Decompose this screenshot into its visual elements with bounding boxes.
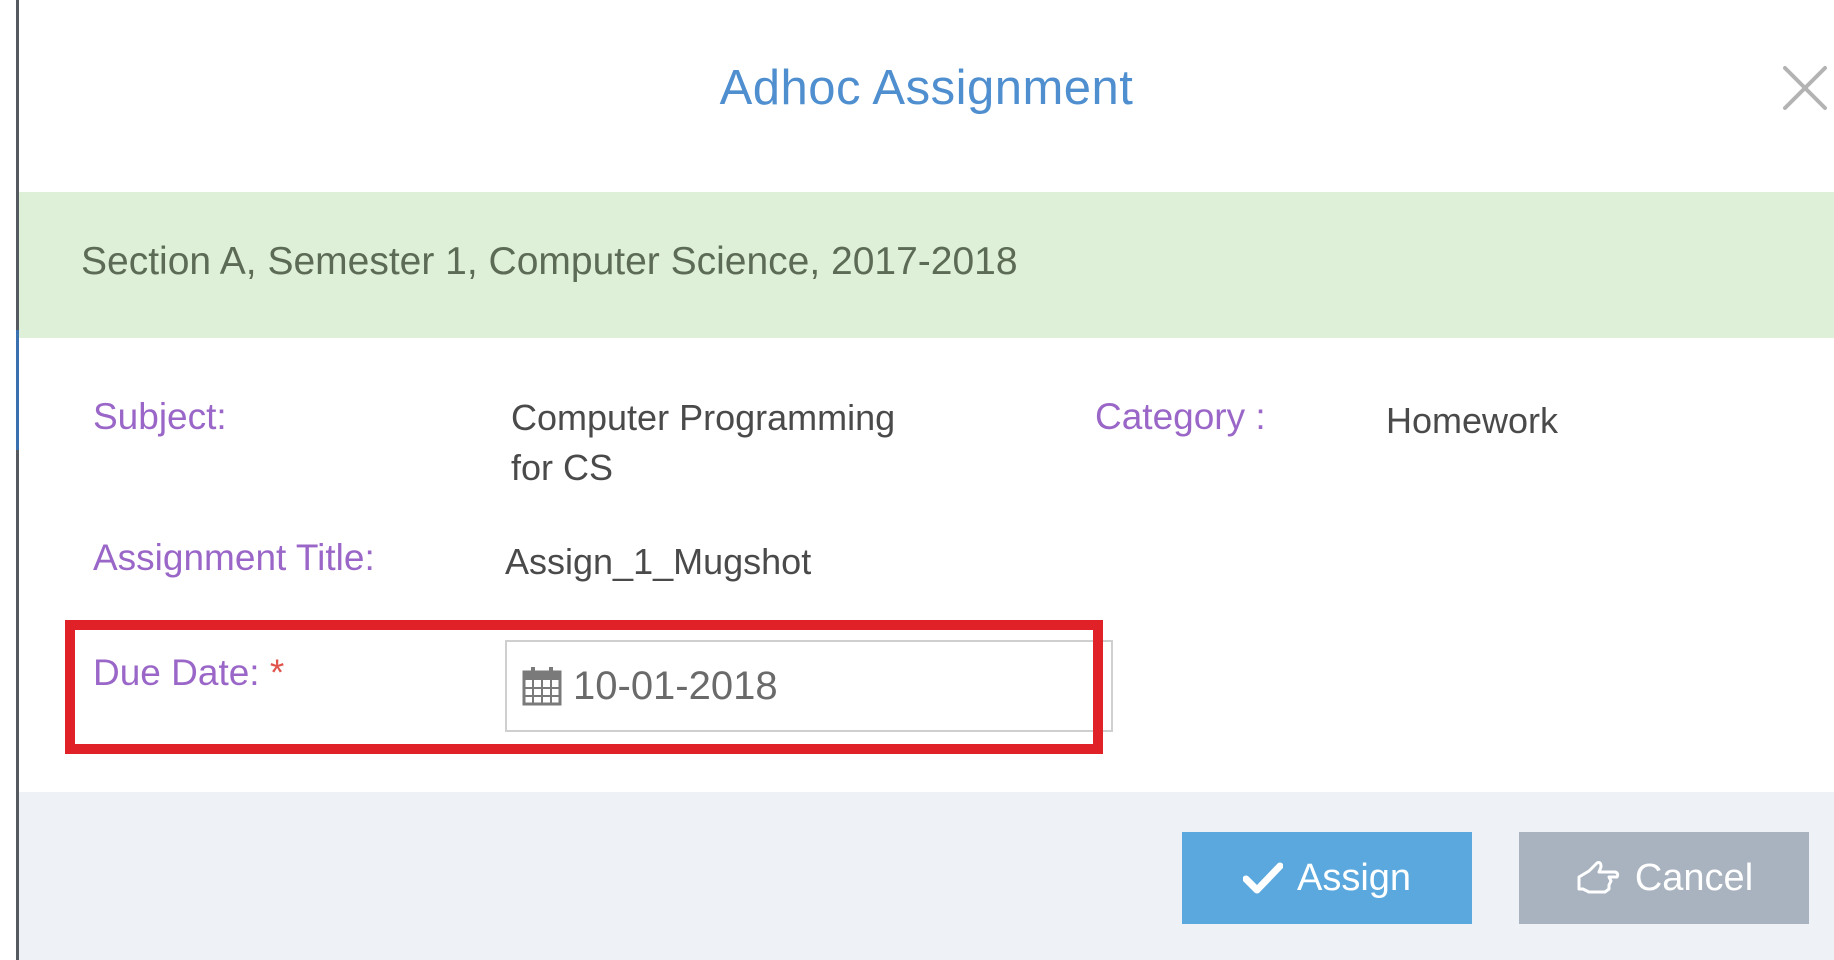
subject-value-line1: Computer Programming — [511, 397, 896, 438]
cancel-button-label: Cancel — [1634, 856, 1754, 899]
page: Adhoc Assignment Section A, Semester 1, … — [0, 0, 1834, 960]
assignment-title-value: Assign_1_Mugshot — [505, 541, 812, 582]
due-date-highlight-box — [65, 620, 1103, 754]
check-icon — [1242, 862, 1283, 894]
subject-label: Subject: — [93, 396, 227, 437]
modal-header: Adhoc Assignment — [19, 0, 1834, 192]
assign-button-label: Assign — [1296, 856, 1412, 899]
category-label: Category : — [1095, 396, 1266, 437]
close-icon[interactable] — [1779, 62, 1831, 114]
assign-button[interactable]: Assign — [1182, 832, 1472, 924]
adhoc-assignment-modal: Adhoc Assignment Section A, Semester 1, … — [19, 0, 1834, 960]
category-value: Homework — [1386, 400, 1559, 441]
section-info-text: Section A, Semester 1, Computer Science,… — [81, 240, 1018, 283]
modal-footer: Assign Cancel — [19, 792, 1834, 960]
modal-title: Adhoc Assignment — [719, 61, 1134, 115]
subject-value-line2: for CS — [511, 447, 614, 488]
subject-value: Computer Programming for CS — [511, 393, 895, 493]
cancel-button[interactable]: Cancel — [1519, 832, 1809, 924]
section-info-banner: Section A, Semester 1, Computer Science,… — [19, 192, 1834, 338]
hand-pointer-icon — [1577, 861, 1619, 894]
assignment-title-label: Assignment Title: — [93, 537, 375, 578]
